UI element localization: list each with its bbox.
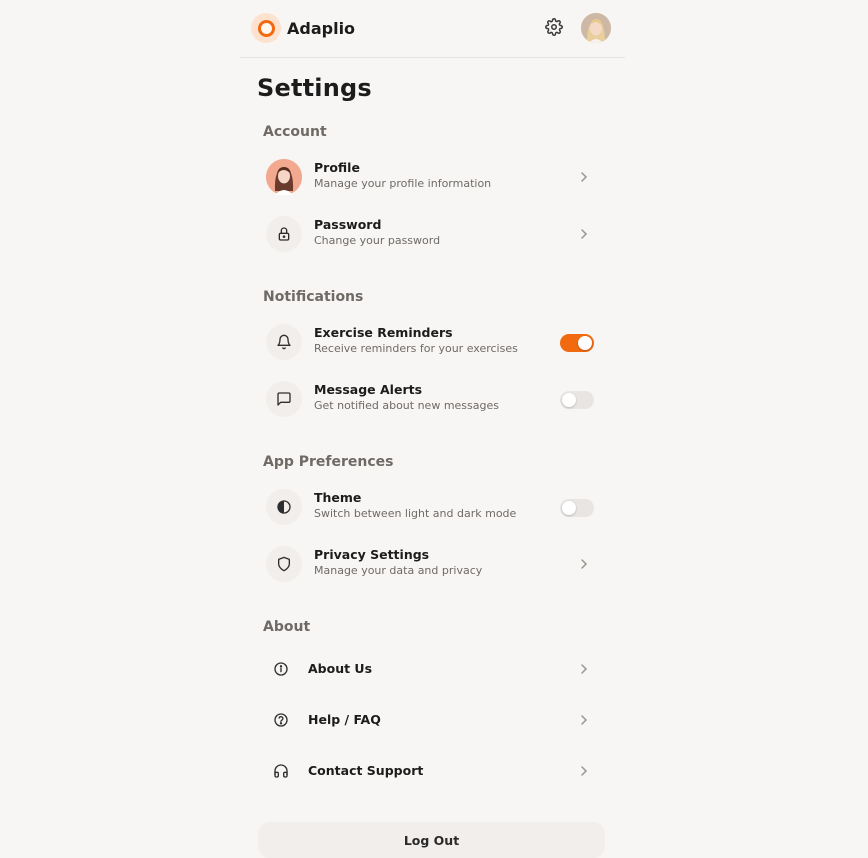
chevron-right-icon bbox=[577, 764, 591, 778]
exercise-reminders-toggle[interactable] bbox=[560, 334, 594, 352]
shield-icon bbox=[266, 546, 302, 582]
settings-item-privacy[interactable]: Privacy Settings Manage your data and pr… bbox=[263, 543, 603, 587]
top-bar: Adaplio bbox=[240, 0, 625, 58]
contrast-icon bbox=[266, 489, 302, 525]
profile-title: Profile bbox=[314, 160, 360, 175]
message-alerts-title: Message Alerts bbox=[314, 382, 423, 397]
password-subtitle: Change your password bbox=[314, 234, 441, 247]
lock-icon bbox=[266, 216, 302, 252]
page-title: Settings bbox=[257, 74, 372, 102]
info-icon bbox=[263, 651, 299, 687]
settings-item-help[interactable]: Help / FAQ bbox=[263, 699, 603, 743]
user-avatar[interactable] bbox=[581, 13, 611, 43]
settings-item-contact-support[interactable]: Contact Support bbox=[263, 750, 603, 794]
chevron-right-icon bbox=[577, 170, 591, 184]
headphones-icon bbox=[263, 753, 299, 789]
app-name: Adaplio bbox=[287, 18, 356, 38]
chevron-right-icon bbox=[577, 227, 591, 241]
chevron-right-icon bbox=[577, 713, 591, 727]
exercise-reminders-title: Exercise Reminders bbox=[314, 325, 453, 340]
theme-subtitle: Switch between light and dark mode bbox=[314, 507, 517, 520]
gear-icon[interactable] bbox=[543, 16, 565, 38]
section-title-about: About bbox=[263, 619, 311, 635]
privacy-subtitle: Manage your data and privacy bbox=[314, 564, 483, 577]
contact-support-title: Contact Support bbox=[308, 763, 424, 778]
message-alerts-toggle[interactable] bbox=[560, 391, 594, 409]
message-alerts-subtitle: Get notified about new messages bbox=[314, 399, 499, 412]
password-title: Password bbox=[314, 217, 382, 232]
settings-item-password[interactable]: Password Change your password bbox=[263, 213, 603, 257]
help-title: Help / FAQ bbox=[308, 712, 381, 727]
settings-item-exercise-reminders[interactable]: Exercise Reminders Receive reminders for… bbox=[263, 321, 603, 365]
profile-avatar bbox=[266, 159, 302, 195]
settings-item-about-us[interactable]: About Us bbox=[263, 648, 603, 692]
help-icon bbox=[263, 702, 299, 738]
brand[interactable]: Adaplio bbox=[251, 13, 355, 43]
settings-item-message-alerts[interactable]: Message Alerts Get notified about new me… bbox=[263, 378, 603, 422]
theme-title: Theme bbox=[314, 490, 362, 505]
bell-icon bbox=[266, 324, 302, 360]
settings-app: Adaplio Settings Account Profile Manage … bbox=[240, 0, 625, 858]
section-title-account: Account bbox=[263, 124, 327, 140]
exercise-reminders-subtitle: Receive reminders for your exercises bbox=[314, 342, 518, 355]
logout-button[interactable]: Log Out bbox=[258, 822, 605, 858]
section-title-app-preferences: App Preferences bbox=[263, 454, 394, 470]
privacy-title: Privacy Settings bbox=[314, 547, 430, 562]
settings-item-theme[interactable]: Theme Switch between light and dark mode bbox=[263, 486, 603, 530]
app-logo-icon bbox=[251, 13, 281, 43]
about-us-title: About Us bbox=[308, 661, 373, 676]
settings-item-profile[interactable]: Profile Manage your profile information bbox=[263, 156, 603, 200]
chevron-right-icon bbox=[577, 662, 591, 676]
section-title-notifications: Notifications bbox=[263, 289, 364, 305]
chevron-right-icon bbox=[577, 557, 591, 571]
theme-toggle[interactable] bbox=[560, 499, 594, 517]
profile-subtitle: Manage your profile information bbox=[314, 177, 492, 190]
message-icon bbox=[266, 381, 302, 417]
